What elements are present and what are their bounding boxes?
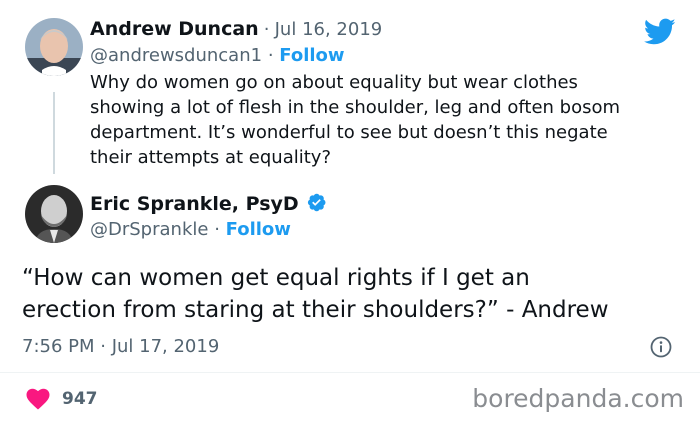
like-count: 947 bbox=[62, 389, 98, 409]
text-line: department. It’s wonderful to see but do… bbox=[90, 122, 608, 143]
main-header: Eric Sprankle, PsyD bbox=[90, 192, 327, 217]
info-icon[interactable] bbox=[650, 336, 672, 358]
reply-tweet-text: Why do women go on about equality but we… bbox=[90, 70, 690, 170]
divider bbox=[0, 372, 700, 373]
text-line: “How can women get equal rights if I get… bbox=[22, 265, 530, 291]
author-name[interactable]: Eric Sprankle, PsyD bbox=[90, 193, 299, 215]
verified-badge-icon bbox=[306, 192, 327, 217]
text-line: erection from staring at their shoulders… bbox=[22, 297, 609, 323]
text-line: Why do women go on about equality but we… bbox=[90, 72, 578, 93]
reply-handle-line: @andrewsduncan1 · Follow bbox=[90, 45, 345, 66]
follow-button[interactable]: Follow bbox=[279, 45, 344, 66]
reply-header: Andrew Duncan · Jul 16, 2019 bbox=[90, 18, 382, 40]
like-button[interactable] bbox=[26, 388, 50, 410]
text-line: their attempts at equality? bbox=[90, 147, 332, 168]
tweet-date[interactable]: Jul 16, 2019 bbox=[275, 19, 383, 40]
heart-icon bbox=[26, 388, 50, 410]
date-separator: · bbox=[263, 19, 270, 40]
author-handle[interactable]: @andrewsduncan1 bbox=[90, 45, 262, 66]
handle-separator: · bbox=[214, 219, 220, 240]
main-handle-line: @DrSprankle · Follow bbox=[90, 219, 291, 240]
watermark: boredpanda.com bbox=[472, 384, 684, 413]
thread-connector-line bbox=[53, 92, 55, 174]
twitter-logo-icon[interactable] bbox=[643, 18, 676, 46]
text-line: showing a lot of flesh in the shoulder, … bbox=[90, 97, 621, 118]
follow-button[interactable]: Follow bbox=[226, 219, 291, 240]
avatar-andrew-duncan[interactable] bbox=[25, 18, 83, 76]
handle-separator: · bbox=[267, 45, 274, 66]
main-tweet-text: “How can women get equal rights if I get… bbox=[22, 262, 692, 326]
author-handle[interactable]: @DrSprankle bbox=[90, 219, 208, 240]
tweet-timestamp[interactable]: 7:56 PM · Jul 17, 2019 bbox=[22, 336, 219, 357]
author-name[interactable]: Andrew Duncan bbox=[90, 18, 259, 40]
avatar-eric-sprankle[interactable] bbox=[25, 185, 83, 243]
